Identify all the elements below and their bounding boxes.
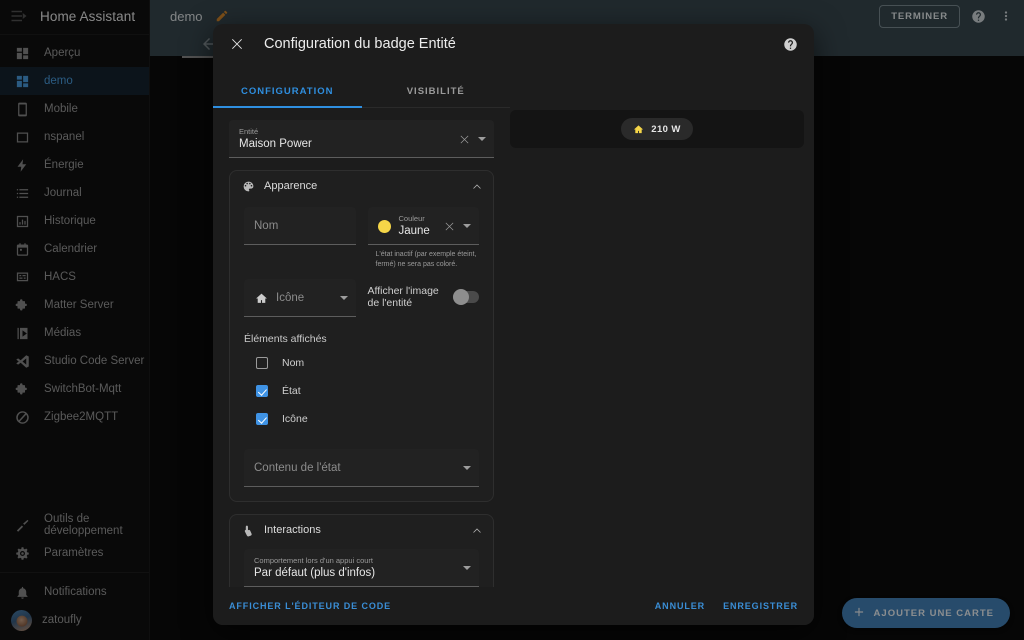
color-field-label: Couleur xyxy=(398,214,425,223)
badge-config-dialog: Configuration du badge Entité CONFIGURAT… xyxy=(213,24,814,625)
color-field-wrap: Couleur Jaune L'état inactif (par exempl… xyxy=(367,207,479,269)
entity-picture-toggle-label: Afficher l'image de l'entité xyxy=(367,285,439,309)
appearance-section: Apparence Nom Couleur Jaune L'état inact… xyxy=(229,170,494,502)
state-content-placeholder: Contenu de l'état xyxy=(254,462,341,474)
toggle-knob xyxy=(453,289,469,305)
close-icon[interactable] xyxy=(227,34,247,54)
name-field[interactable]: Nom xyxy=(244,207,356,245)
dialog-preview-pane: 210 W xyxy=(510,64,814,587)
tab-visibilite[interactable]: VISIBILITÉ xyxy=(362,76,511,107)
home-assistant-app: Home Assistant Aperçu demo Mobile nspane… xyxy=(0,0,1024,640)
dialog-footer-actions: ANNULER ENREGISTRER xyxy=(655,601,798,611)
checkbox-row-nom[interactable]: Nom xyxy=(244,349,479,377)
name-color-row: Nom Couleur Jaune L'état inactif (par ex… xyxy=(244,207,479,269)
entity-picture-toggle-row: Afficher l'image de l'entité xyxy=(367,279,479,309)
tap-behavior-field[interactable]: Comportement lors d'un appui court Par d… xyxy=(244,549,479,587)
color-field-value: Jaune xyxy=(398,225,430,237)
interactions-section: Interactions Comportement lors d'un appu… xyxy=(229,514,494,587)
state-content-field-content: Contenu de l'état xyxy=(254,455,457,481)
chevron-down-icon[interactable] xyxy=(478,137,486,141)
home-icon xyxy=(633,124,644,135)
interactions-section-title: Interactions xyxy=(264,524,321,536)
tap-icon xyxy=(240,522,256,538)
name-field-placeholder: Nom xyxy=(254,220,279,232)
tab-configuration[interactable]: CONFIGURATION xyxy=(213,76,362,108)
dialog-left-pane: CONFIGURATION VISIBILITÉ Entité Maison P… xyxy=(213,64,510,587)
chevron-down-icon[interactable] xyxy=(463,566,471,570)
checkbox-label: État xyxy=(282,385,301,397)
checkbox-row-icone[interactable]: Icône xyxy=(244,405,479,433)
color-helper-text: L'état inactif (par exemple éteint, ferm… xyxy=(375,251,477,268)
badge-preview: 210 W xyxy=(510,110,804,148)
icon-field[interactable]: Icône xyxy=(244,279,356,317)
state-content-field[interactable]: Contenu de l'état xyxy=(244,449,479,487)
icon-field-content: Icône xyxy=(276,285,334,311)
checkbox-label: Icône xyxy=(282,413,308,425)
checkbox-etat[interactable] xyxy=(256,385,268,397)
icon-field-wrap: Icône xyxy=(244,279,356,317)
entity-field[interactable]: Entité Maison Power xyxy=(229,120,494,158)
tap-behavior-content: Comportement lors d'un appui court Par d… xyxy=(254,555,457,581)
entity-badge[interactable]: 210 W xyxy=(621,118,693,140)
chevron-down-icon[interactable] xyxy=(339,296,348,300)
checkbox-row-etat[interactable]: État xyxy=(244,377,479,405)
badge-state-text: 210 W xyxy=(651,123,681,135)
chevron-down-icon[interactable] xyxy=(463,466,471,470)
icon-toggle-row: Icône Afficher l'image de l'entité xyxy=(244,279,479,317)
checkbox-nom[interactable] xyxy=(256,357,268,369)
save-button[interactable]: ENREGISTRER xyxy=(723,601,798,611)
dialog-header: Configuration du badge Entité xyxy=(213,24,814,64)
chevron-down-icon[interactable] xyxy=(463,224,471,228)
config-form: Entité Maison Power Apparence Nom Couleu… xyxy=(213,108,510,587)
icon-field-placeholder: Icône xyxy=(276,292,305,304)
entity-field-value: Maison Power xyxy=(239,138,312,150)
name-field-content: Nom xyxy=(254,213,348,239)
show-code-editor-button[interactable]: AFFICHER L'ÉDITEUR DE CODE xyxy=(229,601,391,611)
color-field-content: Couleur Jaune xyxy=(399,213,442,239)
dialog-body: CONFIGURATION VISIBILITÉ Entité Maison P… xyxy=(213,64,814,587)
chevron-up-icon[interactable] xyxy=(471,524,483,536)
cancel-button[interactable]: ANNULER xyxy=(655,601,705,611)
dialog-tabs: CONFIGURATION VISIBILITÉ xyxy=(213,76,510,108)
tap-behavior-value: Par défaut (plus d'infos) xyxy=(254,567,376,579)
color-swatch xyxy=(377,219,391,233)
name-field-wrap: Nom xyxy=(244,207,356,245)
interactions-section-header[interactable]: Interactions xyxy=(230,515,493,545)
palette-icon xyxy=(240,178,256,194)
chevron-up-icon[interactable] xyxy=(471,180,483,192)
displayed-elements-title: Éléments affichés xyxy=(244,333,327,345)
entity-field-content: Entité Maison Power xyxy=(239,126,456,152)
appearance-section-title: Apparence xyxy=(264,180,318,192)
dialog-footer: AFFICHER L'ÉDITEUR DE CODE ANNULER ENREG… xyxy=(213,587,814,625)
interactions-section-body: Comportement lors d'un appui court Par d… xyxy=(230,545,493,587)
color-field[interactable]: Couleur Jaune xyxy=(367,207,479,245)
checkbox-icone[interactable] xyxy=(256,413,268,425)
checkbox-label: Nom xyxy=(282,357,305,369)
home-icon xyxy=(254,291,268,305)
entity-field-label: Entité xyxy=(239,127,259,136)
close-icon[interactable] xyxy=(441,218,457,234)
tap-behavior-label: Comportement lors d'un appui court xyxy=(254,556,373,565)
dialog-title: Configuration du badge Entité xyxy=(264,36,456,52)
appearance-section-header[interactable]: Apparence xyxy=(230,171,493,201)
help-circle-icon[interactable] xyxy=(780,34,800,54)
appearance-section-body: Nom Couleur Jaune L'état inactif (par ex… xyxy=(230,201,493,501)
entity-picture-toggle[interactable] xyxy=(453,289,479,305)
close-icon[interactable] xyxy=(456,131,472,147)
